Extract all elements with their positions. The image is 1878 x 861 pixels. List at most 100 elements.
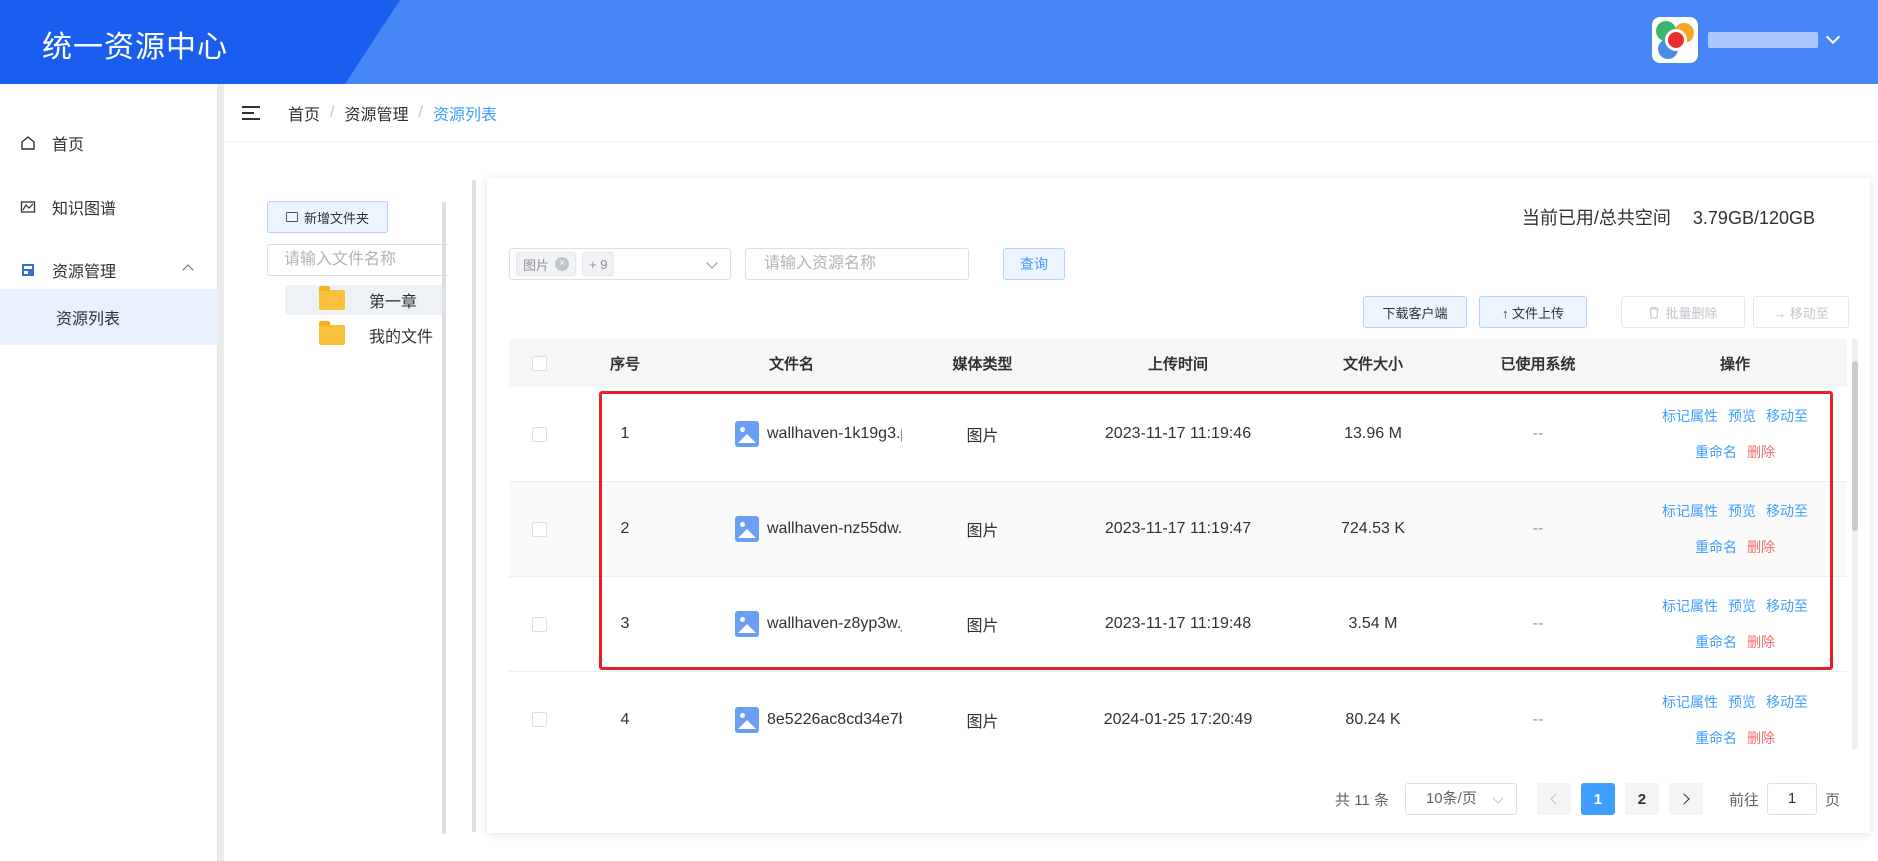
preview-link[interactable]: 预览 [1728,694,1756,710]
image-file-icon [735,611,759,637]
collapse-menu-icon[interactable] [242,105,260,121]
add-folder-icon [285,212,298,222]
breadcrumb: 首页 / 资源管理 / 资源列表 [288,101,497,125]
preview-link[interactable]: 预览 [1728,503,1756,519]
sidebar-item-resource-list[interactable]: 资源列表 [0,289,218,345]
goto-page: 前往 1 页 [1729,783,1840,815]
batch-delete-button[interactable]: 批量删除 [1621,296,1745,328]
page-2-button[interactable]: 2 [1624,783,1659,815]
delete-link[interactable]: 删除 [1747,634,1775,650]
move-to-link[interactable]: 移动至 [1766,408,1808,424]
tree-node-chapter-one[interactable]: 第一章 [285,285,445,315]
breadcrumb-current: 资源列表 [432,106,497,124]
sidebar: 首页 知识图谱 资源管理 资源列表 [0,84,218,861]
select-all-checkbox[interactable] [531,355,547,371]
col-header-used-system: 已使用系统 [1500,355,1576,373]
row-actions: 标记属性 预览 移动至 重命名 删除 [1623,398,1847,470]
table-header: 序号 文件名 媒体类型 上传时间 文件大小 已使用系统 操作 [509,339,1847,387]
prev-page-button[interactable] [1536,783,1571,815]
image-file-icon [735,516,759,542]
mark-attributes-link[interactable]: 标记属性 [1662,408,1718,424]
sidebar-item-home[interactable]: 首页 [0,115,218,171]
folder-icon [319,286,345,310]
rename-link[interactable]: 重命名 [1695,634,1737,650]
move-to-button[interactable]: → 移动至 [1753,296,1849,328]
chevron-up-icon [182,264,194,276]
tree-node-label: 我的文件 [369,329,434,346]
mark-attributes-link[interactable]: 标记属性 [1662,694,1718,710]
move-to-link[interactable]: 移动至 [1766,694,1808,710]
select-all-cell [509,355,569,371]
chevron-down-icon[interactable] [1825,29,1841,45]
resource-table: 序号 文件名 媒体类型 上传时间 文件大小 已使用系统 操作 1 wallhav… [509,339,1847,767]
page-size-select[interactable]: 10条/页 [1404,783,1517,815]
preview-link[interactable]: 预览 [1728,408,1756,424]
tree-scrollbar[interactable] [442,202,446,834]
preview-link[interactable]: 预览 [1728,598,1756,614]
rename-link[interactable]: 重命名 [1695,730,1737,746]
row-select-cell [509,712,569,727]
row-upload-time: 2023-11-17 11:19:46 [1104,425,1252,442]
mark-attributes-link[interactable]: 标记属性 [1662,503,1718,519]
download-client-button[interactable]: 下载客户端 [1363,296,1467,328]
breadcrumb-separator: / [330,103,335,121]
row-file-size: 724.53 K [1340,520,1406,537]
row-filename[interactable]: wallhaven-nz55dw.jpg [767,520,902,538]
mark-attributes-link[interactable]: 标记属性 [1662,598,1718,614]
move-to-link[interactable]: 移动至 [1766,598,1808,614]
row-upload-time: 2023-11-17 11:19:48 [1104,615,1252,632]
row-filename[interactable]: 8e5226ac8cd34e7bb... [767,711,902,729]
tag-label: 图片 [523,257,550,273]
page-unit: 页 [1824,791,1840,809]
row-checkbox[interactable] [531,521,547,537]
delete-link[interactable]: 删除 [1747,730,1775,746]
sidebar-item-knowledge-graph[interactable]: 知识图谱 [0,179,218,235]
sidebar-item-label: 首页 [52,137,85,154]
tree-node-my-files[interactable]: 我的文件 [285,320,445,350]
media-type-select[interactable]: 图片 × + 9 [509,248,731,280]
next-page-button[interactable] [1668,783,1703,815]
graph-icon [20,199,36,215]
table-scrollbar[interactable] [1852,339,1858,749]
row-filename[interactable]: wallhaven-z8yp3w.jpg [767,615,902,633]
row-checkbox[interactable] [531,426,547,442]
chevron-left-icon [1550,793,1562,805]
delete-link[interactable]: 删除 [1747,444,1775,460]
rename-link[interactable]: 重命名 [1695,444,1737,460]
row-media-type: 图片 [966,523,999,540]
breadcrumb-home[interactable]: 首页 [288,101,320,125]
goto-page-input[interactable]: 1 [1766,783,1817,815]
rename-link[interactable]: 重命名 [1695,539,1737,555]
row-no: 4 [620,710,630,728]
new-folder-label: 新增文件夹 [303,210,369,226]
row-media-type: 图片 [966,618,999,635]
row-used-system: -- [1532,425,1544,442]
storage-value: 3.79GB/120GB [1692,208,1815,228]
col-header-no: 序号 [609,355,640,373]
close-icon[interactable]: × [555,257,570,271]
delete-link[interactable]: 删除 [1747,539,1775,555]
new-folder-button[interactable]: 新增文件夹 [267,201,388,233]
app-logo-icon [1652,17,1698,63]
more-tags-count: + 9 [582,252,615,276]
panel-divider[interactable] [472,180,476,832]
upload-button[interactable]: ↑ 文件上传 [1479,296,1587,328]
scrollbar-thumb[interactable] [1852,361,1858,531]
chevron-down-icon [706,257,718,269]
folder-search-input[interactable]: 请输入文件名称 [267,244,447,276]
col-header-media-type: 媒体类型 [952,355,1013,373]
row-filename-cell: wallhaven-z8yp3w.jpg [681,611,902,637]
row-checkbox[interactable] [531,712,547,727]
row-checkbox[interactable] [531,616,547,632]
page-1-button[interactable]: 1 [1580,783,1615,815]
row-file-size: 13.96 M [1344,425,1402,442]
user-menu[interactable] [1652,16,1841,64]
move-to-link[interactable]: 移动至 [1766,503,1808,519]
row-used-system: -- [1532,615,1544,632]
breadcrumb-resource-management[interactable]: 资源管理 [344,101,408,125]
storage-label: 当前已用/总共空间 [1521,208,1671,228]
row-filename[interactable]: wallhaven-1k19g3.png [767,425,902,443]
home-icon [20,135,36,151]
query-button[interactable]: 查询 [1003,248,1065,280]
resource-name-input[interactable]: 请输入资源名称 [745,248,969,280]
